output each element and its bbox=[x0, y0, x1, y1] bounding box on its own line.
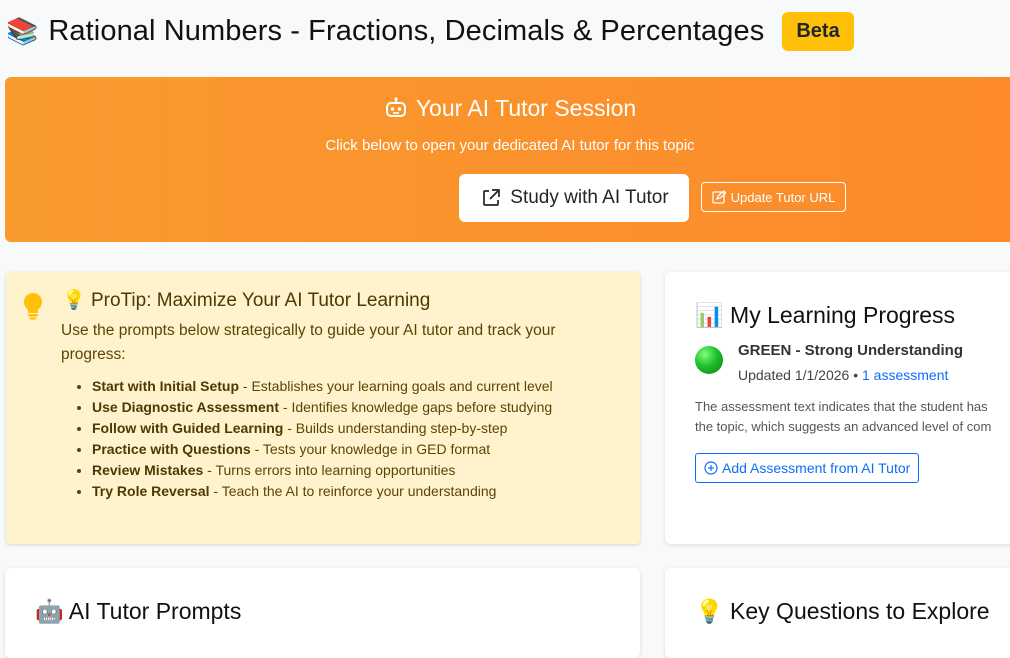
edit-icon bbox=[711, 190, 726, 204]
lightbulb-emoji-icon: 💡 bbox=[62, 289, 86, 311]
add-assessment-label: Add Assessment from AI Tutor bbox=[722, 460, 911, 476]
external-link-icon bbox=[483, 189, 501, 206]
books-icon: 📚 bbox=[6, 16, 39, 47]
list-item: Try Role Reversal - Teach the AI to rein… bbox=[92, 481, 553, 502]
page-title: Rational Numbers - Fractions, Decimals &… bbox=[48, 15, 765, 47]
updated-text: Updated 1/1/2026 • bbox=[738, 367, 862, 383]
study-with-ai-tutor-button[interactable]: Study with AI Tutor bbox=[459, 174, 689, 222]
add-assessment-button[interactable]: Add Assessment from AI Tutor bbox=[695, 453, 920, 483]
tutor-session-title: Your AI Tutor Session bbox=[5, 95, 1010, 122]
lightbulb-emoji-icon: 💡 bbox=[695, 599, 724, 625]
list-item: Follow with Guided Learning - Builds und… bbox=[92, 418, 553, 439]
progress-title: 📊 My Learning Progress bbox=[695, 302, 955, 329]
status-title: GREEN - Strong Understanding bbox=[738, 342, 963, 359]
beta-badge: Beta bbox=[782, 12, 854, 51]
protip-title: 💡 ProTip: Maximize Your AI Tutor Learnin… bbox=[62, 288, 430, 312]
key-questions-card: 💡 Key Questions to Explore bbox=[665, 568, 1010, 658]
plus-circle-icon bbox=[704, 461, 718, 475]
lightbulb-icon bbox=[23, 292, 43, 320]
list-item: Start with Initial Setup - Establishes y… bbox=[92, 376, 553, 397]
bar-chart-icon: 📊 bbox=[695, 303, 724, 329]
learning-progress-card: 📊 My Learning Progress GREEN - Strong Un… bbox=[665, 272, 1010, 544]
questions-title: 💡 Key Questions to Explore bbox=[695, 598, 990, 625]
questions-title-text: Key Questions to Explore bbox=[730, 598, 990, 624]
progress-title-text: My Learning Progress bbox=[730, 302, 956, 328]
page-header: 📚 Rational Numbers - Fractions, Decimals… bbox=[6, 12, 854, 51]
list-item: Practice with Questions - Tests your kno… bbox=[92, 439, 553, 460]
study-button-label: Study with AI Tutor bbox=[510, 187, 669, 208]
robot-emoji-icon: 🤖 bbox=[35, 599, 64, 625]
protip-list: Start with Initial Setup - Establishes y… bbox=[76, 376, 553, 502]
robot-icon bbox=[385, 97, 406, 117]
protip-description: Use the prompts below strategically to g… bbox=[61, 322, 556, 363]
assessment-text: The assessment text indicates that the s… bbox=[695, 397, 1010, 437]
update-tutor-url-button[interactable]: Update Tutor URL bbox=[701, 182, 846, 212]
updated-info: Updated 1/1/2026 • 1 assessment bbox=[738, 367, 948, 383]
tutor-session-banner: Your AI Tutor Session Click below to ope… bbox=[5, 77, 1010, 242]
update-button-label: Update Tutor URL bbox=[730, 189, 836, 205]
protip-panel: 💡 ProTip: Maximize Your AI Tutor Learnin… bbox=[6, 272, 640, 544]
green-status-icon bbox=[695, 346, 723, 374]
tutor-session-subtitle: Click below to open your dedicated AI tu… bbox=[325, 137, 695, 154]
prompts-title: 🤖 AI Tutor Prompts bbox=[35, 598, 241, 625]
tutor-session-title-text: Your AI Tutor Session bbox=[415, 95, 637, 121]
prompts-title-text: AI Tutor Prompts bbox=[68, 598, 242, 624]
assessment-text-line: the topic, which suggests an advanced le… bbox=[695, 419, 992, 434]
assessment-link[interactable]: 1 assessment bbox=[862, 367, 948, 383]
list-item: Review Mistakes - Turns errors into lear… bbox=[92, 460, 553, 481]
protip-title-text: ProTip: Maximize Your AI Tutor Learning bbox=[90, 290, 431, 311]
list-item: Use Diagnostic Assessment - Identifies k… bbox=[92, 397, 553, 418]
ai-tutor-prompts-card: 🤖 AI Tutor Prompts bbox=[5, 568, 640, 658]
assessment-text-line: The assessment text indicates that the s… bbox=[695, 399, 988, 414]
